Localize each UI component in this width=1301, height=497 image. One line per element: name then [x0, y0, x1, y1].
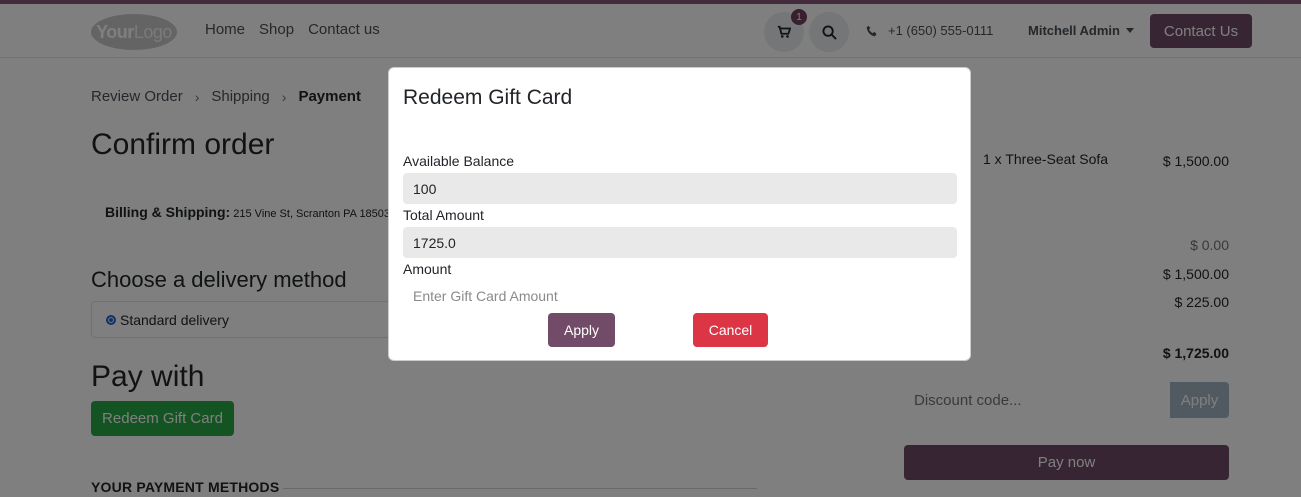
- modal-title: Redeem Gift Card: [403, 86, 573, 109]
- gift-card-amount-input[interactable]: [403, 280, 957, 311]
- amount-label: Amount: [403, 261, 452, 277]
- available-balance-field: [403, 173, 957, 204]
- total-amount-label: Total Amount: [403, 207, 484, 223]
- modal-cancel-button[interactable]: Cancel: [693, 313, 768, 347]
- total-amount-field: [403, 227, 957, 258]
- modal-apply-button[interactable]: Apply: [548, 313, 615, 347]
- available-balance-label: Available Balance: [403, 153, 515, 169]
- redeem-gift-card-modal: Redeem Gift Card Available Balance Total…: [388, 67, 971, 361]
